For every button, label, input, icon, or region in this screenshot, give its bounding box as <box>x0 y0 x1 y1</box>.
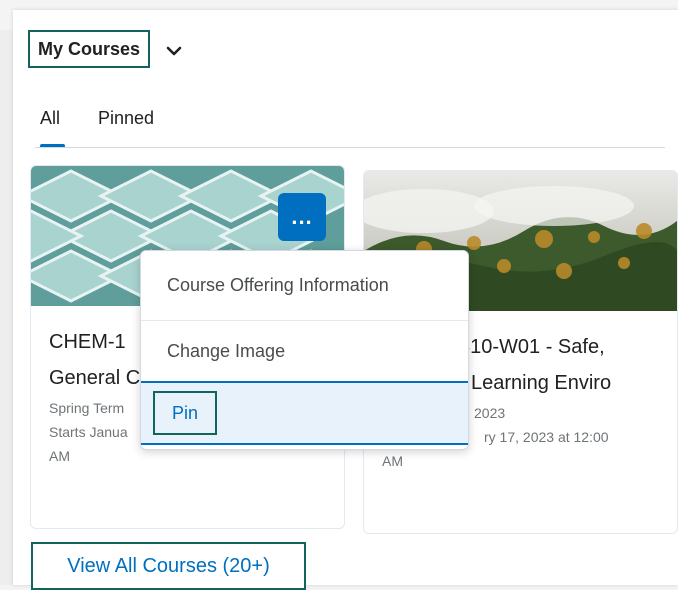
menu-item-label: Change Image <box>167 340 286 361</box>
view-all-courses-link[interactable]: View All Courses (20+) <box>31 542 306 590</box>
course-term: 2023 <box>474 405 506 421</box>
background-strip <box>0 30 13 585</box>
menu-item-course-offering-info[interactable]: Course Offering Information <box>141 251 468 321</box>
menu-item-change-image[interactable]: Change Image <box>141 321 468 381</box>
tab-divider <box>35 147 665 148</box>
pin-label-highlight: Pin <box>153 391 217 435</box>
course-start-time: AM <box>49 448 70 464</box>
course-start-date: Starts Janua <box>49 424 128 440</box>
widget-title[interactable]: My Courses <box>28 30 150 68</box>
course-term: Spring Term <box>49 400 125 416</box>
chevron-down-icon[interactable] <box>163 40 185 62</box>
course-title-line2: General C <box>49 367 141 389</box>
menu-item-label: Course Offering Information <box>167 275 389 295</box>
course-context-menu: Course Offering Information Change Image… <box>140 250 469 450</box>
my-courses-widget: My Courses All Pinned CHEM-1 General C S… <box>13 10 678 590</box>
course-title-line1: CHEM-1 <box>49 331 126 353</box>
course-title-line1: 310-W01 - Safe, <box>459 336 605 358</box>
course-title-line2: Learning Enviro <box>471 372 612 394</box>
menu-item-pin[interactable]: Pin <box>141 381 468 445</box>
tab-all[interactable]: All <box>40 108 60 129</box>
course-start-date: ry 17, 2023 at 12:00 <box>484 429 609 445</box>
more-options-button[interactable]: ... <box>278 193 326 241</box>
course-start-time: AM <box>382 453 403 469</box>
menu-item-label: Pin <box>171 402 198 423</box>
tab-pinned[interactable]: Pinned <box>98 108 154 129</box>
